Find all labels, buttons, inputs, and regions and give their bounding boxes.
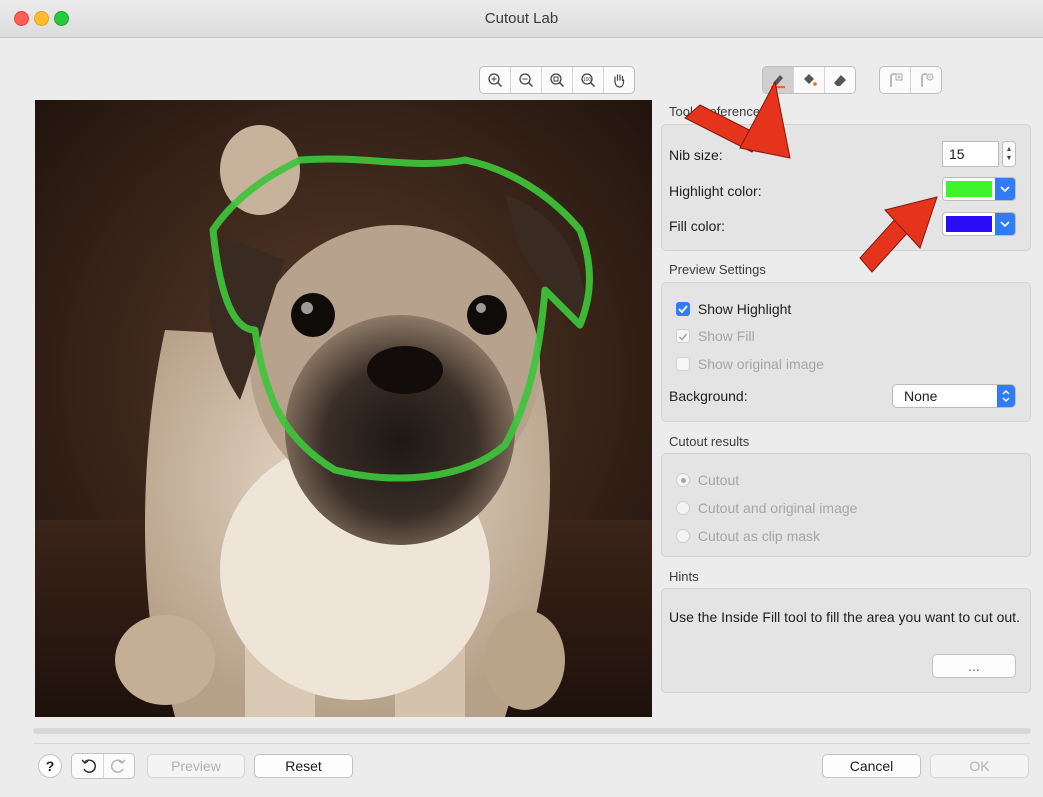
background-select-value: None <box>904 388 938 404</box>
zoom-100-icon: 100 <box>581 73 596 88</box>
eraser-tool-button[interactable] <box>825 67 855 93</box>
zoom-in-button[interactable] <box>480 67 511 93</box>
nib-size-label: Nib size: <box>669 147 723 163</box>
checkbox-checked-disabled <box>676 329 690 344</box>
undo-redo-group <box>71 753 135 779</box>
cutout-results-title: Cutout results <box>669 434 750 449</box>
hints-text: Use the Inside Fill tool to fill the are… <box>669 609 1020 625</box>
radio-cutout-label: Cutout <box>697 472 740 489</box>
add-mask-button[interactable] <box>880 67 911 93</box>
svg-text:100: 100 <box>583 77 592 83</box>
preview-settings-title: Preview Settings <box>669 262 766 277</box>
zoom-fit-button[interactable] <box>542 67 573 93</box>
stepper-down-icon: ▼ <box>1005 155 1013 162</box>
highlight-color-swatch <box>946 181 992 197</box>
nib-size-input[interactable]: 15 <box>942 141 999 167</box>
highlighter-icon <box>771 75 785 89</box>
pan-button[interactable] <box>604 67 634 93</box>
mask-tools-group <box>879 66 942 94</box>
zoom-in-icon <box>488 73 503 88</box>
radio-selected <box>676 473 690 488</box>
nib-size-stepper[interactable]: ▲ ▼ <box>1002 141 1016 167</box>
highlight-color-label: Highlight color: <box>669 183 762 199</box>
radio-cutout-original[interactable]: Cutout and original image <box>676 499 857 516</box>
hand-icon <box>614 74 625 88</box>
radio-dot <box>680 477 686 483</box>
fill-color-dropdown[interactable] <box>995 213 1015 235</box>
cancel-button[interactable]: Cancel <box>822 754 921 778</box>
fill-color-swatch <box>946 216 992 232</box>
ok-button[interactable]: OK <box>930 754 1029 778</box>
tool-preferences-title: Tool Preferences <box>669 104 767 119</box>
checkmark-icon <box>678 305 688 314</box>
stepper-up-icon: ▲ <box>1005 146 1013 153</box>
reset-button[interactable]: Reset <box>254 754 353 778</box>
checkbox-unchecked-disabled <box>676 357 690 372</box>
radio-unselected <box>676 501 690 516</box>
checkmark-icon <box>678 333 688 341</box>
show-original-checkbox[interactable]: Show original image <box>676 355 824 372</box>
fill-color-label: Fill color: <box>669 218 726 234</box>
view-tools-group: 100 <box>479 66 635 94</box>
show-original-label: Show original image <box>697 356 824 373</box>
show-highlight-label: Show Highlight <box>697 301 792 318</box>
pug-photo <box>35 100 652 717</box>
divider <box>33 743 1031 744</box>
highlight-color-picker[interactable] <box>942 177 1016 201</box>
fill-bucket-tool-button[interactable] <box>794 67 825 93</box>
background-label: Background: <box>669 388 748 404</box>
radio-cutout-clip-mask[interactable]: Cutout as clip mask <box>676 527 820 544</box>
zoom-out-icon <box>519 73 534 88</box>
redo-icon <box>111 759 126 773</box>
radio-cutout-clip-mask-label: Cutout as clip mask <box>697 528 821 545</box>
checkbox-checked <box>676 302 690 317</box>
select-arrows <box>997 385 1015 407</box>
highlight-color-dropdown[interactable] <box>995 178 1015 200</box>
fill-bucket-icon <box>804 74 817 86</box>
help-button[interactable]: ? <box>38 754 62 778</box>
radio-cutout-original-label: Cutout and original image <box>697 500 858 517</box>
remove-mask-icon <box>921 73 934 87</box>
background-select[interactable]: None <box>892 384 1016 408</box>
image-canvas[interactable] <box>35 100 652 717</box>
window-title: Cutout Lab <box>484 10 559 27</box>
zoom-out-button[interactable] <box>511 67 542 93</box>
radio-cutout[interactable]: Cutout <box>676 471 739 488</box>
radio-unselected <box>676 529 690 544</box>
remove-mask-button[interactable] <box>911 67 941 93</box>
highlighter-tool-button[interactable] <box>763 67 794 93</box>
undo-button[interactable] <box>72 754 104 778</box>
hints-more-button[interactable]: ... <box>932 654 1016 678</box>
zoom-fit-icon <box>550 73 565 88</box>
edit-tools-group <box>762 66 856 94</box>
redo-button[interactable] <box>104 754 134 778</box>
undo-icon <box>80 759 96 773</box>
show-fill-label: Show Fill <box>697 328 755 345</box>
chevron-down-icon <box>1000 221 1010 228</box>
preview-button[interactable]: Preview <box>147 754 245 778</box>
show-fill-checkbox[interactable]: Show Fill <box>676 327 755 344</box>
zoom-100-button[interactable]: 100 <box>573 67 604 93</box>
show-highlight-checkbox[interactable]: Show Highlight <box>676 300 791 317</box>
eraser-icon <box>834 75 846 86</box>
chevron-down-icon <box>1000 186 1010 193</box>
title-bar: Cutout Lab <box>0 0 1043 38</box>
up-down-chevron-icon <box>1002 389 1010 403</box>
progress-bar <box>33 728 1031 734</box>
fill-color-picker[interactable] <box>942 212 1016 236</box>
add-mask-icon <box>890 73 903 87</box>
hints-title: Hints <box>669 569 699 584</box>
